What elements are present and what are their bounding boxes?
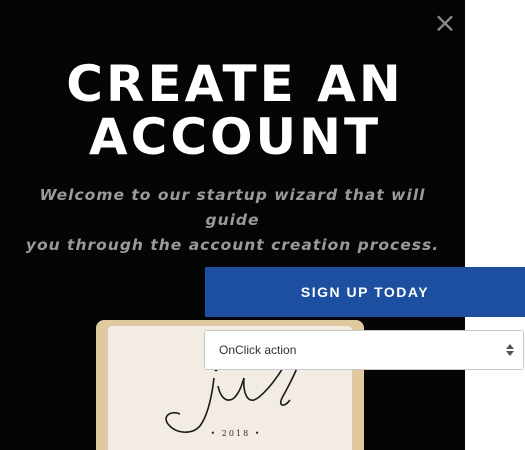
signup-modal: × CREATE AN ACCOUNT Welcome to our start… bbox=[0, 0, 465, 450]
title-line-1: CREATE AN bbox=[66, 55, 404, 113]
subtitle-line-1: Welcome to our startup wizard that will … bbox=[39, 186, 426, 229]
sign-up-button[interactable]: SIGN UP TODAY bbox=[205, 267, 525, 317]
sort-arrows-icon bbox=[497, 343, 523, 357]
onclick-action-select[interactable]: OnClick action bbox=[204, 330, 524, 370]
calendar-year: • 2018 • bbox=[210, 429, 262, 438]
modal-subtitle: Welcome to our startup wizard that will … bbox=[10, 183, 455, 258]
subtitle-line-2: you through the account creation process… bbox=[25, 236, 440, 254]
title-line-2: ACCOUNT bbox=[88, 108, 382, 166]
modal-title: CREATE AN ACCOUNT bbox=[0, 58, 465, 164]
select-value: OnClick action bbox=[219, 343, 297, 357]
close-icon[interactable]: × bbox=[432, 9, 458, 37]
